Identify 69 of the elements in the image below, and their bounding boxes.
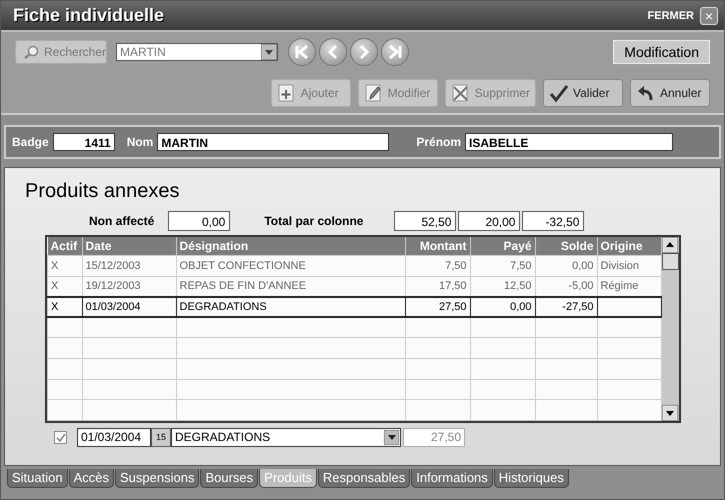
table-cell: X (48, 296, 82, 318)
first-name-field[interactable]: ISABELLE (465, 133, 674, 151)
column-header[interactable]: Origine (597, 237, 662, 256)
validate-button[interactable]: Valider (543, 79, 623, 107)
tab[interactable]: Situation (7, 469, 68, 488)
table-cell: -27,50 (535, 296, 597, 318)
name-label: Nom (126, 135, 154, 149)
table-row[interactable]: X 19/12/2003 REPAS DE FIN D'ANNEE 17,50 12,50 -5,00 Régime (48, 276, 662, 297)
table-cell: 0,00 (535, 256, 597, 276)
table-cell: Division (597, 256, 662, 276)
tab[interactable]: Suspensions (115, 469, 200, 488)
close-label: FERMER (648, 10, 694, 22)
table-cell: 7,50 (470, 256, 535, 276)
scroll-thumb[interactable] (662, 253, 679, 270)
scroll-up-icon (662, 237, 678, 253)
first-name-label: Prénom (416, 135, 462, 149)
search-icon (24, 45, 38, 59)
name-field[interactable]: MARTIN (157, 133, 390, 151)
badge-field[interactable]: 1411 (52, 133, 115, 151)
date-field[interactable]: 01/03/2004 (77, 428, 151, 446)
dropdown-arrow-icon (384, 430, 399, 444)
checkmark-icon (55, 432, 66, 442)
column-header[interactable]: Payé (470, 237, 535, 256)
table-row[interactable]: X 15/12/2003 OBJET CONFECTIONNE 7,50 7,50 0,00 Division (48, 256, 662, 276)
unassigned-label: Non affecté (89, 214, 154, 228)
tab[interactable]: Informations (411, 469, 493, 488)
calendar-button[interactable]: 15 (151, 428, 171, 446)
column-total-field: 52,50 (394, 211, 456, 231)
cancel-button[interactable]: Annuler (630, 79, 710, 107)
last-button[interactable] (381, 38, 409, 66)
name-combo[interactable]: MARTIN (116, 43, 278, 61)
first-button[interactable] (288, 38, 316, 66)
checkbox[interactable] (54, 430, 67, 444)
designation-combo[interactable]: DEGRADATIONS (171, 428, 401, 446)
next-button[interactable] (350, 38, 378, 66)
checkmark-icon (549, 83, 569, 103)
table-cell: 0,00 (470, 296, 535, 318)
badge-label: Badge (12, 135, 49, 149)
column-header[interactable]: Solde (535, 237, 597, 256)
column-total-field: -32,50 (522, 211, 584, 231)
mode-label: Modification (613, 40, 710, 64)
column-header[interactable]: Date (82, 237, 176, 256)
close-button[interactable]: × (700, 6, 718, 24)
table-cell: 7,50 (405, 256, 470, 276)
column-header[interactable]: Actif (48, 237, 82, 256)
tab[interactable]: Responsables (318, 469, 410, 488)
column-header[interactable]: Montant (405, 237, 470, 256)
amount-field[interactable]: 27,50 (403, 428, 465, 446)
column-total-field: 20,00 (458, 211, 520, 231)
column-total-label: Total par colonne (264, 214, 364, 228)
column-header[interactable]: Désignation (176, 237, 405, 256)
table-cell: DEGRADATIONS (176, 296, 405, 318)
prev-button[interactable] (319, 38, 347, 66)
tab[interactable]: Historiques (494, 469, 569, 488)
table-cell: 15/12/2003 (82, 256, 176, 276)
table-cell: 01/03/2004 (82, 296, 176, 318)
table-cell: OBJET CONFECTIONNE (176, 256, 405, 276)
table-cell: X (48, 256, 82, 276)
tab[interactable]: Bourses (200, 469, 258, 488)
table-row[interactable]: X 01/03/2004 DEGRADATIONS 27,50 0,00 -27,50 (48, 296, 662, 318)
dropdown-arrow-icon (261, 44, 277, 60)
tab[interactable]: Accès (68, 469, 114, 488)
unassigned-field: 0,00 (168, 211, 230, 231)
table-cell: X (48, 276, 82, 297)
scrollbar[interactable] (662, 237, 679, 421)
window-title: Fiche individuelle (13, 5, 164, 26)
section-title: Produits annexes (25, 180, 181, 203)
scroll-down-icon (662, 405, 678, 421)
table-cell: 27,50 (405, 296, 470, 318)
